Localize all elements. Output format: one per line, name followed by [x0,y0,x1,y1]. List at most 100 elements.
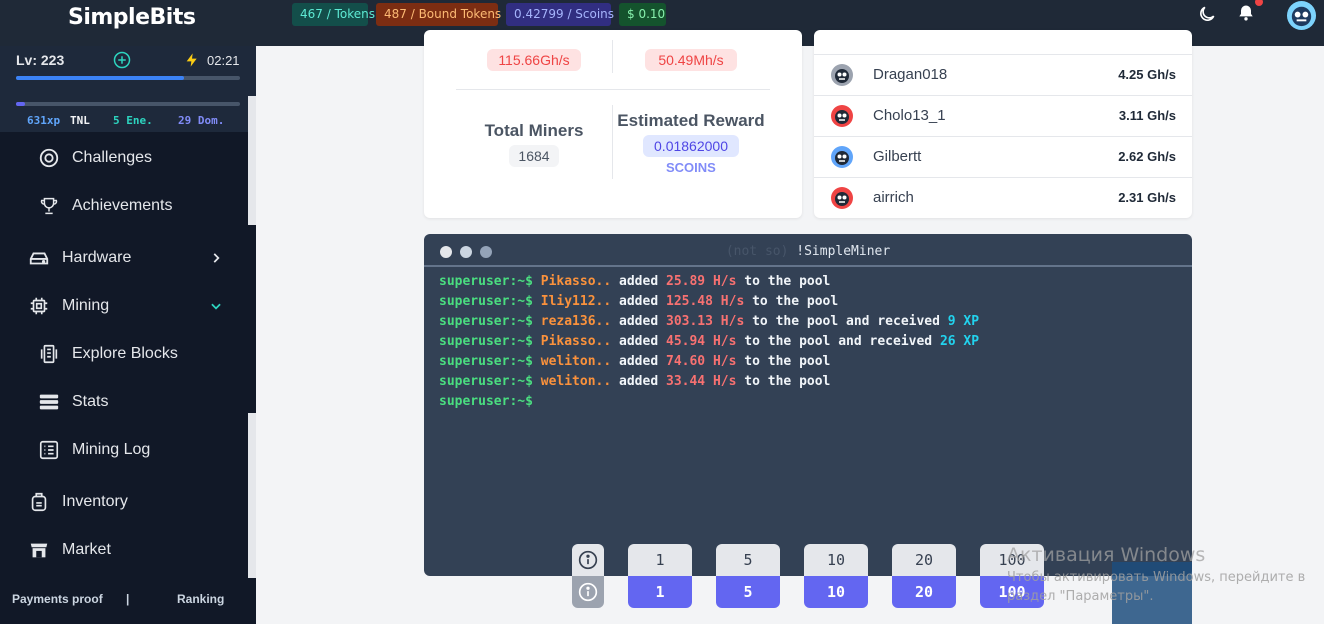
log-added: added [619,334,659,349]
log-line: superuser:~$ [439,392,979,412]
backpack-icon [31,492,47,512]
miner-name[interactable]: Dragan018 [873,66,947,83]
prompt: superuser:~$ [439,354,533,369]
activation-watermark-title: Активация Windows [1007,544,1206,566]
bell-icon[interactable] [1236,2,1256,24]
miner-hashrate: 2.62 Gh/s [1118,149,1176,164]
prompt: superuser:~$ [439,314,533,329]
amount-button[interactable]: 20 20 [892,544,956,608]
amount-bottom[interactable]: 5 [716,576,780,608]
log-rest: to the pool [744,274,831,289]
miner-name[interactable]: Gilbertt [873,148,921,165]
prompt: superuser:~$ [439,394,533,409]
amount-bottom[interactable]: 20 [892,576,956,608]
sidebar-scrollbar-thumb[interactable] [248,225,256,413]
info-button[interactable] [572,544,604,608]
sidebar-item-hardware[interactable]: Hardware [28,243,131,273]
tnl-label: TNL [70,114,90,127]
prompt: superuser:~$ [439,374,533,389]
usd-badge[interactable]: $ 0.10 [619,3,666,26]
terminal-title: (not so) !SimpleMiner [424,244,1192,259]
terminal-title-text: !SimpleMiner [796,244,891,259]
log-line: superuser:~$ reza136.. added 303.13 H/s … [439,312,979,332]
sidebar-item-label: Mining Log [72,441,151,458]
chevron-right-icon[interactable] [209,251,223,265]
tokens-badge[interactable]: 467 / Tokens [292,3,375,26]
amount-bottom[interactable]: 1 [628,576,692,608]
xp-value: 631xp [27,114,61,127]
amount-button[interactable]: 11 [628,544,692,608]
log-user: weliton.. [540,354,612,369]
amount-top[interactable]: 5 [716,544,780,576]
prompt: superuser:~$ [439,274,533,289]
info-bottom[interactable] [572,576,604,608]
hard-drive-icon [29,252,49,265]
miner-avatar [831,105,853,127]
sidebar-item-explore-blocks[interactable]: Explore Blocks [38,339,178,369]
amount-top[interactable]: 1 [628,544,692,576]
info-top[interactable] [572,544,604,576]
chevron-down-icon[interactable] [209,299,223,313]
miner-hashrate: 4.25 Gh/s [1118,67,1176,82]
sidebar-item-label: Challenges [72,149,153,166]
log-rest: to the pool [744,354,831,369]
leaderboard-row[interactable]: Dragan018 4.25 Gh/s [814,54,1192,95]
sidebar-item-inventory[interactable]: Inventory [28,487,128,517]
log-line: superuser:~$ Pikasso.. added 25.89 H/s t… [439,272,979,292]
blocks-icon [40,344,58,364]
log-rest: to the pool [744,374,831,389]
sidebar-item-challenges[interactable]: Challenges [38,143,152,173]
miner-name[interactable]: airrich [873,189,914,206]
pool-hashrate-2: 50.49Mh/s [645,49,737,71]
sidebar-item-market[interactable]: Market [28,535,111,565]
sidebar-item-label: Market [62,541,111,558]
app-logo[interactable]: SimpleBits [68,5,196,30]
sidebar-item-stats[interactable]: Stats [38,387,108,417]
bolt-icon [186,53,197,67]
user-avatar[interactable] [1286,0,1317,31]
amount-top[interactable]: 10 [804,544,868,576]
scoins-badge[interactable]: 0.42799 / Scoins [506,3,614,26]
leaderboard-row[interactable]: Gilbertt 2.62 Gh/s [814,136,1192,177]
sidebar-item-mining-log[interactable]: Mining Log [38,435,150,465]
plus-circle-icon[interactable] [113,51,131,69]
amount-button[interactable]: 10 10 [804,544,868,608]
info-icon [578,582,598,602]
log-rest: to the pool and received [744,334,933,349]
sidebar-item-achievements[interactable]: Achievements [38,191,173,221]
terminal-header: (not so) !SimpleMiner [424,234,1192,267]
footer-separator: | [126,592,130,606]
log-user: Pikasso.. [540,274,612,289]
activation-watermark-text: Чтобы активировать Windows, перейдите в … [1007,570,1306,604]
prompt: superuser:~$ [439,294,533,309]
cpu-icon [30,297,48,315]
bound-tokens-badge[interactable]: 487 / Bound Tokens [376,3,501,26]
divider [612,40,613,73]
pool-hashrate-1: 115.66Gh/s [487,49,581,71]
log-user: weliton.. [540,374,612,389]
amount-bottom[interactable]: 10 [804,576,868,608]
moon-icon[interactable] [1197,4,1217,24]
log-xp: 9 XP [947,314,980,329]
miner-hashrate: 2.31 Gh/s [1118,190,1176,205]
amount-top[interactable]: 20 [892,544,956,576]
log-line: superuser:~$ Iliy112.. added 125.48 H/s … [439,292,979,312]
ranking-link[interactable]: Ranking [177,592,224,606]
sidebar-item-label: Inventory [62,493,128,510]
leaderboard-row[interactable]: airrich 2.31 Gh/s [814,177,1192,218]
log-added: added [619,314,659,329]
amount-button[interactable]: 55 [716,544,780,608]
log-line: superuser:~$ weliton.. added 33.44 H/s t… [439,372,979,392]
payments-proof-link[interactable]: Payments proof [12,592,103,606]
sidebar-item-mining[interactable]: Mining [28,291,109,321]
leaderboard-row[interactable]: Cholo13_1 3.11 Gh/s [814,95,1192,136]
trophy-icon [40,197,58,215]
miner-avatar [831,187,853,209]
store-icon [30,543,48,558]
target-icon [39,148,59,168]
sidebar-item-label: Mining [62,297,110,314]
player-status: Lv: 223 02:21 631xp TNL 5 Ene. 29 Dom. [0,46,256,132]
log-rest: to the pool [752,294,839,309]
log-rate: 303.13 H/s [666,314,745,329]
miner-name[interactable]: Cholo13_1 [873,107,946,124]
